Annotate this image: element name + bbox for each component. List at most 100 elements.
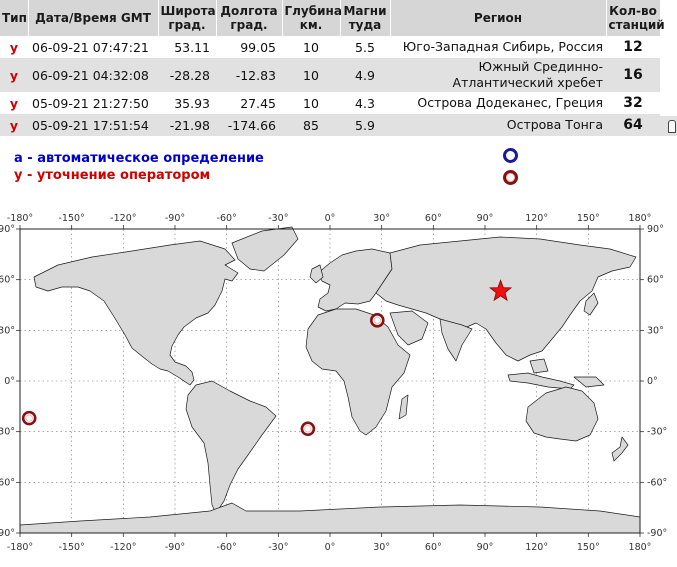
europe	[317, 248, 393, 312]
lon-label-top: -60°	[217, 213, 237, 224]
cell-stations: 16	[606, 58, 660, 92]
header-stations: Кол-во станций	[606, 0, 665, 36]
mouse-cursor-icon	[668, 120, 676, 133]
lon-label-top: -180°	[7, 213, 33, 224]
cell-type: у	[0, 58, 28, 92]
cell-depth: 10	[303, 39, 319, 55]
cell-stations: 32	[623, 95, 643, 111]
new-zealand	[611, 436, 629, 462]
lon-label-top: 120°	[525, 213, 548, 224]
cell-region: Юго-Западная Сибирь, Россия	[402, 39, 603, 54]
lon-label-top: 30°	[373, 213, 390, 224]
cell-longitude: 99.05	[240, 39, 276, 55]
cell-type: у	[9, 39, 19, 55]
cell-depth: 85	[282, 114, 340, 136]
cell-datetime: 05-09-21 17:51:54	[28, 114, 158, 136]
indonesia	[507, 372, 575, 390]
cell-region: Острова Тонга	[390, 114, 606, 136]
lon-label-bottom: -60°	[217, 542, 237, 553]
header-type: Тип	[0, 0, 29, 36]
cell-stations: 12	[623, 39, 643, 55]
lon-label-top: -30°	[268, 213, 288, 224]
south-america	[185, 380, 277, 514]
lat-label-right: 0°	[647, 376, 658, 387]
lon-label-bottom: -90°	[165, 542, 185, 553]
cell-latitude: -28.28	[158, 58, 216, 92]
lon-label-top: -120°	[110, 213, 136, 224]
british-isles	[309, 264, 324, 284]
arabian-peninsula	[389, 310, 429, 346]
lon-label-bottom: -150°	[59, 542, 85, 553]
cell-datetime: 06-09-21 07:47:21	[32, 39, 149, 55]
cell-magnitude: 4.9	[340, 58, 390, 92]
lon-label-bottom: -120°	[110, 542, 136, 553]
lat-label-right: 60°	[647, 275, 664, 286]
cell-type: у	[9, 95, 19, 111]
lat-label-left: -60°	[0, 477, 15, 488]
cell-magnitude: 5.5	[355, 39, 375, 55]
north-america	[33, 240, 239, 386]
lat-label-left: -90°	[0, 528, 15, 539]
world-map[interactable]: -180° -180° -150° -150° -120° -120° -90° -90° -6…	[0, 205, 677, 567]
cell-longitude: -174.66	[216, 114, 282, 136]
earthquake-table: Тип Дата/Время GMT Широта град. Долгота …	[0, 0, 665, 136]
cell-longitude: 27.45	[240, 95, 276, 111]
event-circle-marker[interactable]	[21, 410, 37, 426]
lon-label-bottom: 150°	[577, 542, 600, 553]
lon-label-bottom: 0°	[325, 542, 336, 553]
cell-depth: 10	[303, 95, 319, 111]
cell-stations: 64	[606, 114, 660, 136]
header-region: Регион	[390, 0, 607, 36]
lon-label-bottom: 180°	[629, 542, 652, 553]
table-row[interactable]: у 06-09-21 07:47:21 53.11 99.05 10 5.5 Ю…	[0, 36, 660, 58]
cell-region: Южный Срединно- Атлантический хребет	[390, 58, 606, 92]
lat-label-right: -90°	[647, 528, 667, 539]
lat-label-left: 90°	[0, 224, 15, 235]
lat-label-right: 30°	[647, 325, 664, 336]
event-circle-marker[interactable]	[369, 313, 385, 328]
table-row[interactable]: у 06-09-21 04:32:08 -28.28 -12.83 10 4.9…	[0, 58, 660, 92]
new-guinea	[573, 376, 605, 388]
table-header-row: Тип Дата/Время GMT Широта град. Долгота …	[0, 0, 665, 36]
lon-label-top: -90°	[165, 213, 185, 224]
legend-automatic: а - автоматическое определение	[14, 151, 264, 166]
cell-latitude: -21.98	[158, 114, 216, 136]
cell-magnitude: 4.3	[355, 95, 375, 111]
cell-longitude: -12.83	[216, 58, 282, 92]
lat-label-right: -60°	[647, 477, 667, 488]
lat-label-right: 90°	[647, 224, 664, 235]
lon-label-bottom: -30°	[268, 542, 288, 553]
cell-type: у	[0, 114, 28, 136]
table-row[interactable]: у 05-09-21 21:27:50 35.93 27.45 10 4.3 О…	[0, 92, 660, 114]
cell-magnitude: 5.9	[340, 114, 390, 136]
cell-depth: 10	[282, 58, 340, 92]
lon-label-top: 0°	[325, 213, 336, 224]
lon-label-top: 90°	[477, 213, 494, 224]
lon-label-top: -150°	[59, 213, 85, 224]
lat-label-right: -30°	[647, 427, 667, 438]
cell-latitude: 35.93	[174, 95, 210, 111]
lon-label-bottom: 30°	[373, 542, 390, 553]
lon-label-top: 180°	[629, 213, 652, 224]
lat-label-left: 0°	[4, 376, 15, 387]
lon-label-top: 60°	[425, 213, 442, 224]
event-circle-marker[interactable]	[300, 421, 316, 437]
lon-label-bottom: 120°	[525, 542, 548, 553]
greenland	[231, 226, 299, 272]
lon-label-top: 150°	[577, 213, 600, 224]
lat-label-left: 30°	[0, 325, 15, 336]
header-latitude: Широта град.	[158, 0, 217, 36]
header-datetime: Дата/Время GMT	[28, 0, 159, 36]
antarctica	[19, 502, 641, 534]
automatic-marker-icon	[503, 148, 518, 163]
operator-marker-icon	[503, 170, 518, 185]
cell-datetime: 06-09-21 04:32:08	[28, 58, 158, 92]
lat-label-left: -30°	[0, 427, 15, 438]
lon-label-bottom: 60°	[425, 542, 442, 553]
land-masses	[19, 226, 641, 534]
lon-label-bottom: 90°	[477, 542, 494, 553]
header-depth: Глубина км.	[282, 0, 342, 36]
madagascar	[398, 394, 409, 420]
table-row[interactable]: у 05-09-21 17:51:54 -21.98 -174.66 85 5.…	[0, 114, 660, 136]
header-magnitude: Магни туда	[340, 0, 391, 36]
